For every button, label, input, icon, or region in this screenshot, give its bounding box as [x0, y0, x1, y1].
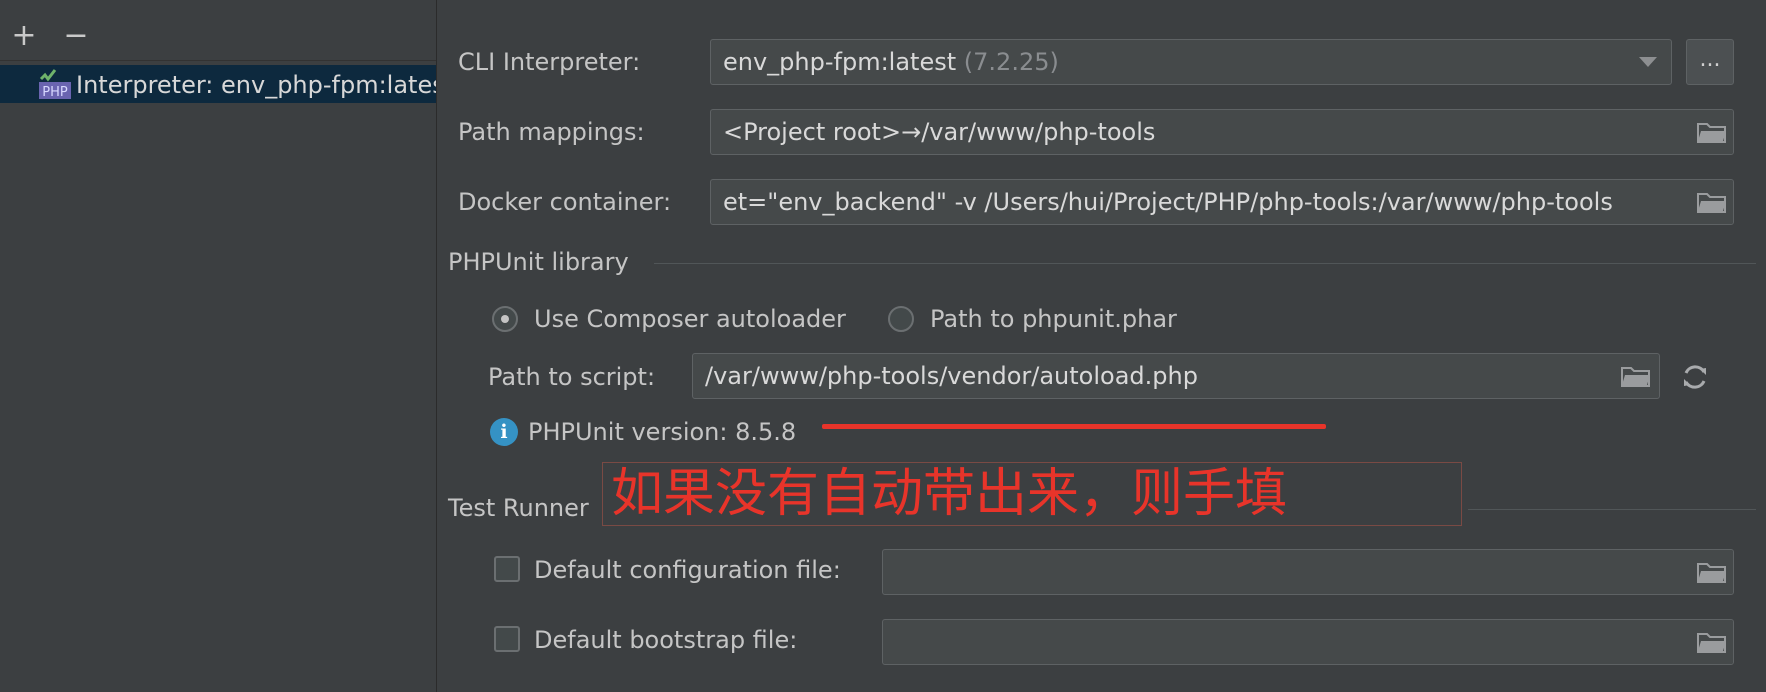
- docker-container-label: Docker container:: [458, 188, 672, 216]
- docker-container-field[interactable]: et="env_backend" -v /Users/hui/Project/P…: [710, 179, 1734, 225]
- test-runner-section-divider: [1468, 509, 1756, 510]
- path-mappings-value: <Project root>→/var/www/php-tools: [723, 118, 1156, 146]
- folder-icon: [1697, 563, 1726, 583]
- phpunit-section-divider: [654, 263, 1756, 264]
- cli-interpreter-value: env_php-fpm:latest: [723, 48, 957, 76]
- toolbar-divider: [0, 60, 436, 61]
- php-interpreter-icon: PHP: [39, 69, 71, 100]
- path-to-script-value: /var/www/php-tools/vendor/autoload.php: [705, 362, 1198, 390]
- remove-button[interactable]: −: [62, 18, 90, 54]
- default-config-field[interactable]: [882, 549, 1734, 595]
- folder-icon: [1697, 123, 1726, 143]
- path-to-script-field[interactable]: /var/www/php-tools/vendor/autoload.php: [692, 353, 1660, 399]
- docker-container-value: et="env_backend" -v /Users/hui/Project/P…: [723, 188, 1613, 216]
- tree-item-label: Interpreter: env_php-fpm:latest: [76, 71, 436, 99]
- annotation-underline: [822, 424, 1326, 429]
- php-icon-text: PHP: [42, 85, 68, 100]
- dropdown-arrow-icon: [1639, 57, 1657, 67]
- default-bootstrap-browse-button[interactable]: [1689, 620, 1733, 664]
- radio-button[interactable]: [888, 306, 914, 332]
- folder-icon: [1697, 633, 1726, 653]
- docker-container-browse-button[interactable]: [1689, 180, 1733, 224]
- radio-button-selected[interactable]: [492, 306, 518, 332]
- refresh-icon[interactable]: [1680, 362, 1710, 392]
- tree-item-interpreter[interactable]: PHP Interpreter: env_php-fpm:latest: [0, 65, 436, 103]
- phpunit-library-section-title: PHPUnit library: [448, 248, 629, 276]
- radio-label: Use Composer autoloader: [534, 305, 846, 333]
- add-button[interactable]: +: [10, 18, 38, 54]
- remove-icon: −: [63, 18, 89, 53]
- cli-interpreter-select[interactable]: env_php-fpm:latest (7.2.25): [710, 39, 1672, 85]
- default-bootstrap-label: Default bootstrap file:: [534, 626, 798, 654]
- radio-use-composer-autoloader[interactable]: Use Composer autoloader: [492, 304, 852, 334]
- cli-interpreter-more-button[interactable]: ...: [1686, 39, 1734, 85]
- info-icon: i: [490, 418, 518, 446]
- add-icon: +: [11, 18, 37, 53]
- folder-icon: [1697, 193, 1726, 213]
- cli-interpreter-version: (7.2.25): [963, 48, 1059, 76]
- path-mappings-label: Path mappings:: [458, 118, 645, 146]
- default-config-label: Default configuration file:: [534, 556, 841, 584]
- default-config-browse-button[interactable]: [1689, 550, 1733, 594]
- default-bootstrap-field[interactable]: [882, 619, 1734, 665]
- radio-path-to-phpunit-phar[interactable]: Path to phpunit.phar: [888, 304, 1228, 334]
- default-config-checkbox[interactable]: [494, 556, 520, 582]
- interpreters-list-panel: + − PHP Interpreter: env_php-fpm:latest: [0, 0, 437, 692]
- path-to-script-browse-button[interactable]: [1613, 354, 1657, 398]
- default-bootstrap-checkbox[interactable]: [494, 626, 520, 652]
- radio-dot: [501, 315, 509, 323]
- folder-icon: [1621, 367, 1650, 387]
- path-to-script-label: Path to script:: [488, 363, 656, 391]
- test-runner-section-title: Test Runner: [448, 494, 589, 522]
- radio-label: Path to phpunit.phar: [930, 305, 1177, 333]
- annotation-text: 如果没有自动带出来，则手填: [602, 462, 1462, 526]
- cli-interpreter-label: CLI Interpreter:: [458, 48, 641, 76]
- phpunit-version-text: PHPUnit version: 8.5.8: [528, 418, 797, 446]
- path-mappings-field[interactable]: <Project root>→/var/www/php-tools: [710, 109, 1734, 155]
- path-mappings-browse-button[interactable]: [1689, 110, 1733, 154]
